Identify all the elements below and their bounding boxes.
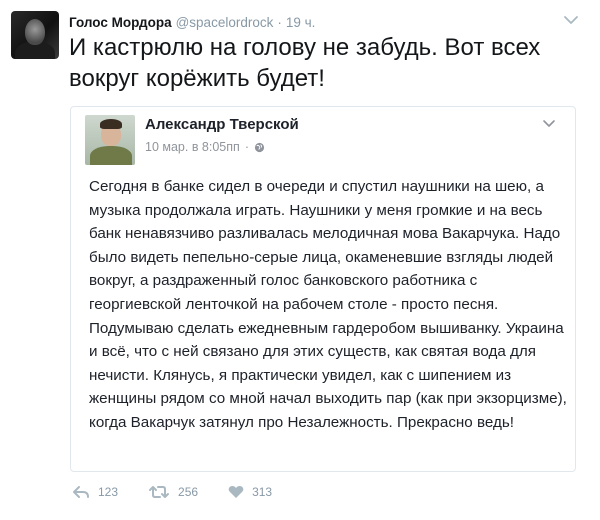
- quoted-post-text: Сегодня в банке сидел в очереди и спусти…: [89, 178, 567, 431]
- author-avatar[interactable]: [11, 11, 59, 59]
- tweet: Голос Мордора @spacelordrock · 19 ч. И к…: [0, 0, 600, 520]
- reply-count: 123: [98, 485, 119, 499]
- quoted-author-avatar[interactable]: [85, 115, 135, 165]
- avatar-body: [90, 146, 132, 165]
- globe-icon: [254, 142, 265, 152]
- tweet-header: Голос Мордора @spacelordrock · 19 ч.: [69, 11, 315, 33]
- tweet-text: И кастрюлю на голову не забудь. Вот всех…: [69, 34, 541, 92]
- author-name[interactable]: Голос Мордора: [69, 15, 172, 30]
- reply-icon: [73, 486, 89, 498]
- quoted-post-card[interactable]: Александр Тверской 10 мар. в 8:05пп · Се…: [70, 106, 576, 472]
- retweet-icon: [149, 486, 170, 498]
- tweet-timestamp[interactable]: 19 ч.: [286, 15, 316, 30]
- retweet-count: 256: [178, 485, 199, 499]
- reply-button[interactable]: 123: [72, 485, 118, 499]
- like-button[interactable]: 313: [228, 485, 272, 499]
- tweet-actions: 123 256 313: [72, 485, 302, 499]
- meta-separator: ·: [244, 140, 249, 154]
- heart-icon: [228, 486, 244, 498]
- quoted-author-name[interactable]: Александр Тверской: [145, 116, 299, 133]
- retweet-button[interactable]: 256: [148, 485, 198, 499]
- quoted-post-date[interactable]: 10 мар. в 8:05пп: [145, 140, 240, 154]
- quoted-post-meta: 10 мар. в 8:05пп ·: [145, 140, 265, 154]
- like-count: 313: [252, 485, 273, 499]
- chevron-down-icon[interactable]: [542, 117, 556, 129]
- author-handle[interactable]: @spacelordrock: [176, 15, 274, 30]
- header-separator: ·: [277, 14, 282, 30]
- avatar-hair: [100, 119, 122, 129]
- avatar-face: [25, 19, 45, 45]
- chevron-down-icon[interactable]: [562, 12, 580, 28]
